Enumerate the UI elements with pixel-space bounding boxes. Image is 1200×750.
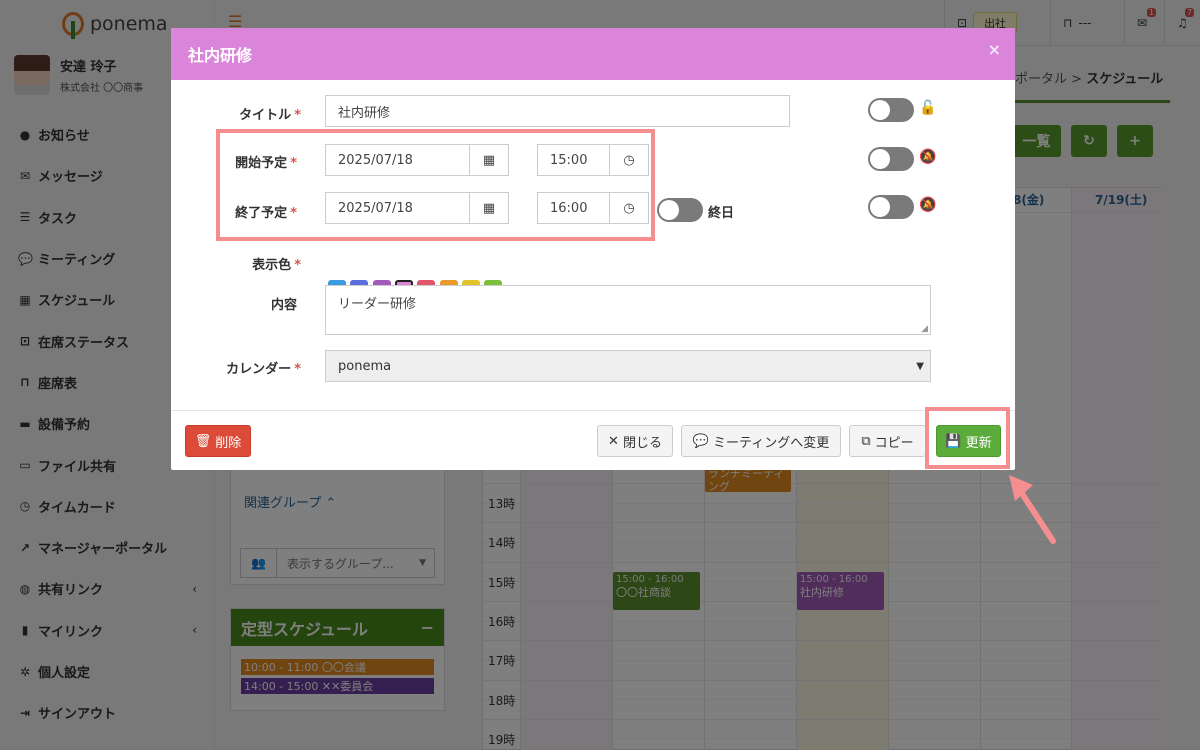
modal-footer: 🗑 削除 ✕ 閉じる 💬 ミーティングへ変更 ⧉ コピー 💾 更新 bbox=[171, 410, 1015, 470]
copy-button[interactable]: ⧉ コピー bbox=[849, 425, 926, 457]
change-to-meeting-label: ミーティングへ変更 bbox=[712, 435, 830, 451]
close-button-label: 閉じる bbox=[622, 435, 662, 451]
chevron-down-icon: ▼ bbox=[916, 360, 924, 372]
calendar-label: カレンダー * bbox=[191, 358, 301, 377]
comments-icon: 💬 bbox=[692, 433, 709, 449]
copy-button-label: コピー bbox=[874, 435, 914, 451]
title-label: タイトル * bbox=[191, 104, 301, 123]
bell-slash-icon: 🔕 bbox=[919, 149, 937, 165]
all-day-label: 終日 bbox=[708, 206, 735, 221]
content-label-text: 内容 bbox=[270, 298, 297, 313]
title-label-text: タイトル bbox=[239, 108, 292, 123]
calendar-label-text: カレンダー bbox=[226, 362, 292, 377]
copy-icon: ⧉ bbox=[861, 433, 871, 449]
color-label-text: 表示色 bbox=[252, 258, 292, 273]
resize-handle-icon[interactable]: ◢ bbox=[921, 324, 928, 334]
color-label: 表示色 * bbox=[191, 254, 301, 273]
edit-schedule-modal: 社内研修 × タイトル * 社内研修 🔓 開始予定 * 2025/07/18 ▦ 1… bbox=[171, 28, 1015, 470]
close-icon[interactable]: × bbox=[988, 40, 1001, 59]
times-icon: ✕ bbox=[608, 433, 619, 449]
title-input[interactable]: 社内研修 bbox=[325, 95, 790, 127]
title-input-value: 社内研修 bbox=[338, 105, 391, 121]
required-mark: * bbox=[294, 108, 301, 123]
end-notify-toggle[interactable] bbox=[868, 195, 914, 219]
delete-button[interactable]: 🗑 削除 bbox=[185, 425, 251, 457]
start-notify-toggle[interactable] bbox=[868, 147, 914, 171]
content-textarea-value: リーダー研修 bbox=[338, 297, 417, 312]
update-highlight-box bbox=[925, 407, 1010, 469]
content-textarea[interactable]: リーダー研修 ◢ bbox=[325, 285, 931, 335]
modal-title: 社内研修 bbox=[188, 46, 253, 65]
bell-slash-icon: 🔕 bbox=[919, 197, 937, 213]
close-button[interactable]: ✕ 閉じる bbox=[597, 425, 673, 457]
modal-header: 社内研修 × bbox=[171, 28, 1015, 80]
pointer-arrow-icon bbox=[1009, 475, 1056, 544]
all-day-toggle[interactable] bbox=[657, 198, 703, 222]
content-label: 内容 bbox=[187, 294, 297, 313]
required-mark: * bbox=[294, 362, 301, 377]
trash-icon: 🗑 bbox=[194, 433, 212, 449]
required-mark: * bbox=[294, 258, 301, 273]
calendar-select[interactable]: ponema ▼ bbox=[325, 350, 931, 382]
change-to-meeting-button[interactable]: 💬 ミーティングへ変更 bbox=[681, 425, 841, 457]
datetime-highlight-box bbox=[216, 129, 655, 241]
unlock-icon: 🔓 bbox=[919, 100, 937, 116]
delete-button-label: 削除 bbox=[215, 435, 242, 451]
private-toggle[interactable] bbox=[868, 98, 914, 122]
calendar-select-value: ponema bbox=[338, 358, 392, 374]
